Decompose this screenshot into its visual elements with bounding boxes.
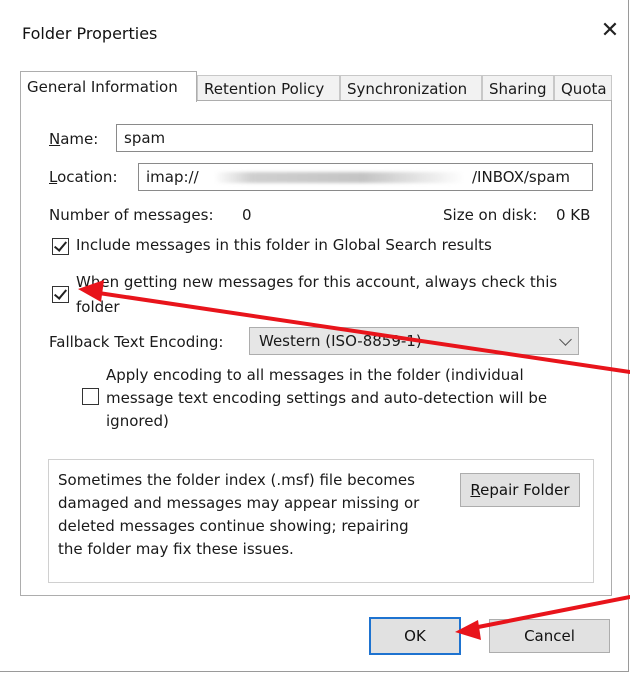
fallback-encoding-value: Western (ISO-8859-1) [259, 332, 422, 350]
fallback-encoding-select[interactable]: Western (ISO-8859-1) [249, 327, 579, 355]
location-prefix: imap:// [146, 168, 199, 186]
tab-synchronization[interactable]: Synchronization [340, 75, 482, 101]
messages-count-value: 0 [242, 206, 252, 224]
ok-button[interactable]: OK [369, 617, 461, 655]
messages-count-label: Number of messages: [49, 206, 214, 224]
apply-encoding-label: Apply encoding to all messages in the fo… [106, 366, 548, 430]
tab-quota[interactable]: Quota [554, 75, 612, 101]
folder-properties-dialog: Folder Properties ✕ General Information … [0, 0, 629, 672]
global-search-checkbox[interactable] [52, 238, 69, 255]
repair-folder-button[interactable]: Repair Folder [460, 473, 580, 507]
global-search-label: Include messages in this folder in Globa… [76, 236, 492, 254]
checkmark-icon [53, 286, 68, 300]
tab-retention-policy[interactable]: Retention Policy [197, 75, 340, 101]
checkmark-icon [53, 238, 68, 252]
location-field: imap:// /INBOX/spam [138, 163, 593, 191]
name-label: Name: [49, 130, 99, 148]
dialog-title: Folder Properties [22, 24, 158, 43]
name-input[interactable]: spam [116, 124, 593, 152]
tab-general-information[interactable]: General Information [20, 71, 197, 102]
location-label: Location: [49, 168, 118, 186]
repair-description: Sometimes the folder index (.msf) file b… [58, 471, 420, 558]
apply-encoding-checkbox[interactable] [82, 388, 99, 405]
check-new-messages-label-line2: folder [76, 298, 120, 316]
close-icon[interactable]: ✕ [599, 18, 621, 44]
tab-sharing[interactable]: Sharing [482, 75, 554, 101]
size-on-disk-label: Size on disk: [443, 206, 538, 224]
location-suffix: /INBOX/spam [472, 168, 571, 186]
size-on-disk-value: 0 KB [556, 206, 591, 224]
cancel-button[interactable]: Cancel [489, 619, 610, 653]
fallback-encoding-label: Fallback Text Encoding: [49, 333, 224, 351]
redacted-host [214, 172, 464, 183]
check-new-messages-checkbox[interactable] [52, 286, 69, 303]
check-new-messages-label-line1: When getting new messages for this accou… [76, 273, 558, 291]
chevron-down-icon [559, 333, 572, 346]
